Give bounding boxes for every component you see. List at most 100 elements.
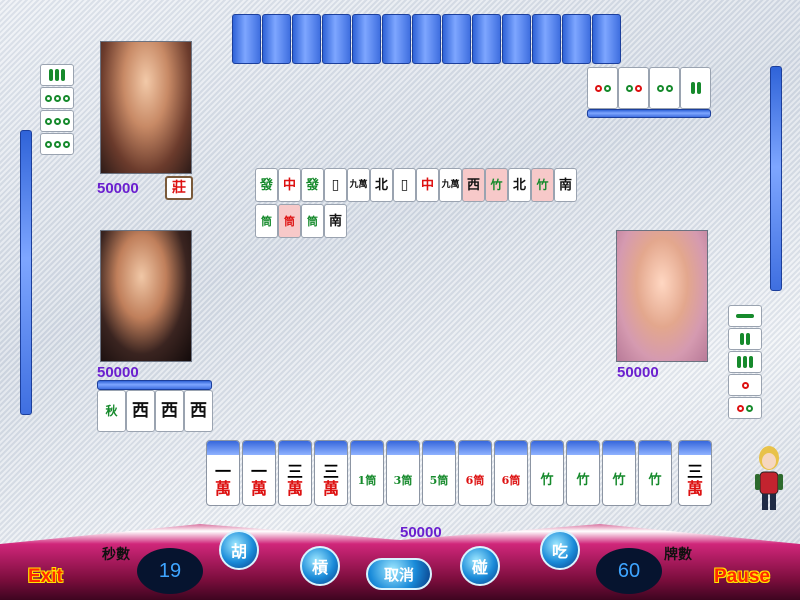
timer-display: 19 (137, 548, 203, 594)
bamboo-tile (728, 328, 762, 350)
tile-back (592, 14, 621, 64)
hand-tile[interactable]: 竹 (530, 440, 564, 506)
hand-tile[interactable]: 三萬 (314, 440, 348, 506)
tile-back (382, 14, 411, 64)
bamboo-tile (728, 305, 762, 327)
discard-tile: ▯ (393, 168, 416, 202)
hand-tile[interactable]: 竹 (566, 440, 600, 506)
discard-tile: 中 (416, 168, 439, 202)
tile-back (412, 14, 441, 64)
hand-tile[interactable]: 6筒 (494, 440, 528, 506)
hand-tile[interactable]: 一萬 (206, 440, 240, 506)
opponent-left-score: 50000 (97, 364, 139, 381)
meld-tile: 西 (184, 390, 213, 432)
exit-button[interactable]: Exit (28, 566, 63, 588)
discard-tile: 九萬 (439, 168, 462, 202)
tile-rank: 3筒 (393, 474, 413, 488)
opponent-top-left-avatar (100, 41, 192, 174)
tiles-remaining-label: 牌數 (664, 547, 692, 563)
hand-tile-drawn[interactable]: 三萬 (678, 440, 712, 506)
hu-button[interactable]: 胡 (219, 530, 259, 570)
discard-tile: 筒 (255, 204, 278, 238)
discard-tile: 西 (462, 168, 485, 202)
meld-tile: 西 (155, 390, 184, 432)
tile-rank: 6筒 (465, 474, 485, 488)
tiles-remaining-value: 60 (617, 559, 641, 582)
discard-tile: 筒 (301, 204, 324, 238)
discard-tile: 發 (301, 168, 324, 202)
hand-tile[interactable]: 一萬 (242, 440, 276, 506)
tile-rank: 6筒 (501, 474, 521, 488)
dealer-badge: 莊 (165, 176, 193, 200)
opponent-right-score: 50000 (617, 364, 659, 381)
tile-rank: 竹 (576, 473, 590, 489)
discard-tile: 北 (508, 168, 531, 202)
flower-tile (680, 67, 711, 109)
tile-back (322, 14, 351, 64)
left-opponent-hand (20, 130, 32, 415)
tile-rank: 1筒 (357, 474, 377, 488)
tile-back (352, 14, 381, 64)
flower-tile (728, 397, 762, 419)
circle-tile (618, 67, 649, 109)
cancel-button[interactable]: 取消 (366, 558, 432, 590)
tile-suit: 萬 (250, 479, 267, 498)
meld-tile: 西 (126, 390, 155, 432)
discard-tile: 南 (554, 168, 577, 202)
opponent-left-avatar (100, 230, 192, 362)
tiles-remaining-display: 60 (596, 548, 662, 594)
tile-suit: 萬 (686, 479, 703, 498)
tile-edge (97, 380, 212, 390)
discard-tile: 南 (324, 204, 347, 238)
hand-tile[interactable]: 3筒 (386, 440, 420, 506)
timer-label: 秒數 (102, 547, 130, 563)
circle-tile (649, 67, 680, 109)
flower-tile (40, 64, 74, 86)
discard-tile: 中 (278, 168, 301, 202)
flower-tile (587, 67, 618, 109)
tile-back (562, 14, 591, 64)
hand-tile[interactable]: 6筒 (458, 440, 492, 506)
right-opponent-hand (770, 66, 782, 291)
chi-button[interactable]: 吃 (540, 530, 580, 570)
tile-rank: 5筒 (429, 474, 449, 488)
discard-tile: 九萬 (347, 168, 370, 202)
opponent-top-left-score: 50000 (97, 180, 139, 197)
hand-tile[interactable]: 5筒 (422, 440, 456, 506)
discard-tile: 竹 (531, 168, 554, 202)
discard-tile: 北 (370, 168, 393, 202)
tile-edge (587, 109, 711, 118)
gang-button[interactable]: 槓 (300, 546, 340, 586)
tile-back (232, 14, 261, 64)
peng-button[interactable]: 碰 (460, 546, 500, 586)
bamboo-tile (728, 351, 762, 373)
tile-suit: 萬 (322, 479, 339, 498)
opponent-right-avatar (616, 230, 708, 362)
circle-tile (40, 110, 74, 132)
circle-tile (40, 87, 74, 109)
tile-back (262, 14, 291, 64)
tile-back (502, 14, 531, 64)
tile-rank: 竹 (648, 473, 662, 489)
discard-tile: 發 (255, 168, 278, 202)
hand-tile[interactable]: 竹 (638, 440, 672, 506)
discard-tile: ▯ (324, 168, 347, 202)
meld-tile: 秋 (97, 390, 126, 432)
tile-suit: 萬 (214, 479, 231, 498)
tile-back (442, 14, 471, 64)
tile-rank: 竹 (540, 473, 554, 489)
tile-back (292, 14, 321, 64)
tile-rank: 竹 (612, 473, 626, 489)
discard-tile: 筒 (278, 204, 301, 238)
tile-suit: 萬 (286, 479, 303, 498)
circle-tile (40, 133, 74, 155)
hand-tile[interactable]: 三萬 (278, 440, 312, 506)
tile-back (472, 14, 501, 64)
hand-tile[interactable]: 竹 (602, 440, 636, 506)
hand-tile[interactable]: 1筒 (350, 440, 384, 506)
flower-tile (728, 374, 762, 396)
timer-value: 19 (158, 559, 182, 582)
tile-back (532, 14, 561, 64)
mascot-icon (752, 444, 786, 514)
pause-button[interactable]: Pause (714, 566, 770, 588)
